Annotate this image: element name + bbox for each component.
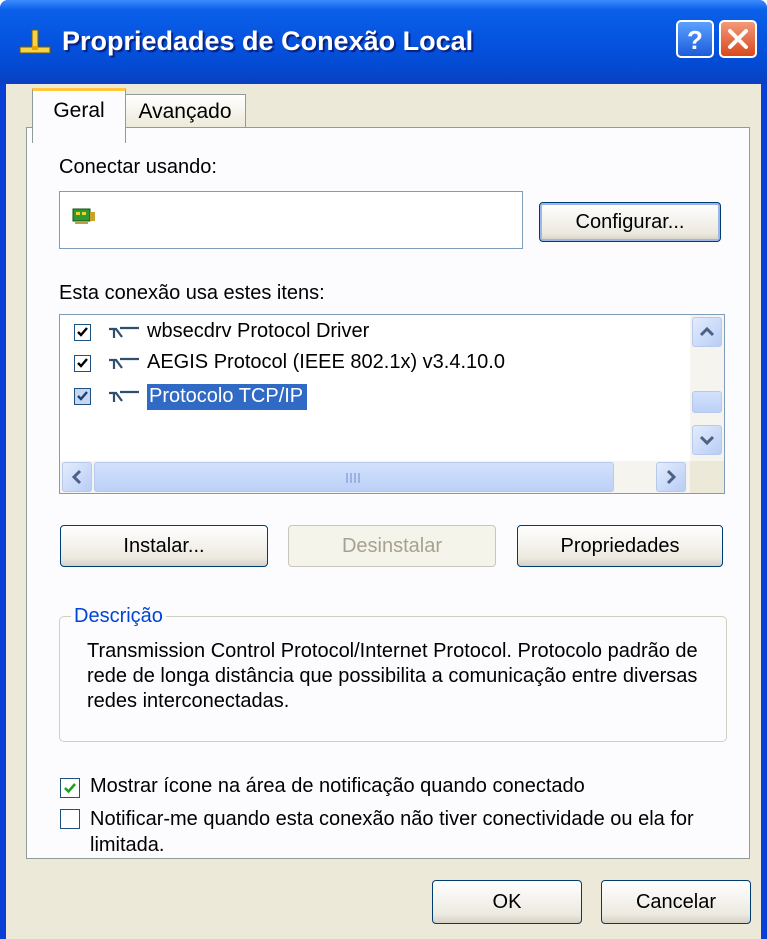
window-title: Propriedades de Conexão Local <box>62 26 474 56</box>
item-checkbox[interactable] <box>74 355 91 372</box>
install-button-label: Instalar... <box>123 535 205 557</box>
help-button[interactable]: ? <box>676 20 714 58</box>
description-text: Transmission Control Protocol/Internet P… <box>87 640 698 712</box>
vertical-scrollbar[interactable] <box>690 315 724 461</box>
list-item[interactable]: wbsecdrv Protocol Driver <box>60 319 688 349</box>
chevron-up-icon <box>699 326 715 337</box>
title-bar[interactable]: Propriedades de Conexão Local ? <box>0 0 767 84</box>
network-adapter-icon <box>72 208 95 224</box>
list-item-label: AEGIS Protocol (IEEE 802.1x) v3.4.10.0 <box>147 351 505 373</box>
items-label: Esta conexão usa estes itens: <box>59 282 325 304</box>
description-title: Descrição <box>71 605 166 628</box>
tab-geral[interactable]: Geral <box>32 88 126 143</box>
svg-text:?: ? <box>687 25 703 55</box>
ok-button[interactable]: OK <box>432 880 582 924</box>
tab-panel: Conectar usando: Configurar... Esta cone… <box>26 127 750 859</box>
check-icon <box>77 327 88 337</box>
notify-label: Notificar-me quando esta conexão não tiv… <box>90 808 694 856</box>
horizontal-scrollbar[interactable] <box>60 461 690 493</box>
item-checkbox[interactable] <box>74 324 91 341</box>
properties-button[interactable]: Propriedades <box>517 525 723 567</box>
close-icon <box>728 29 748 49</box>
ok-button-label: OK <box>492 891 522 913</box>
close-button[interactable] <box>719 20 757 58</box>
vertical-scroll-thumb[interactable] <box>692 391 722 413</box>
scroll-down-button[interactable] <box>692 425 722 455</box>
items-list[interactable]: wbsecdrv Protocol Driver AEGIS Protocol … <box>59 314 725 494</box>
scrollbar-corner <box>690 461 724 493</box>
adapter-field <box>59 191 523 249</box>
show-icon-checkbox[interactable] <box>60 778 80 798</box>
dialog-client: Geral Avançado Conectar usando: Configur… <box>6 84 761 939</box>
chevron-down-icon <box>699 435 715 446</box>
list-item-label: wbsecdrv Protocol Driver <box>147 320 370 342</box>
scroll-up-button[interactable] <box>692 317 722 347</box>
help-icon: ? <box>687 25 703 55</box>
show-icon-label: Mostrar ícone na área de notificação qua… <box>90 775 585 797</box>
list-item[interactable]: AEGIS Protocol (IEEE 802.1x) v3.4.10.0 <box>60 350 688 380</box>
scroll-right-button[interactable] <box>656 462 686 492</box>
properties-window: Propriedades de Conexão Local ? Geral Av… <box>0 0 767 939</box>
tab-avancado-label: Avançado <box>138 100 232 123</box>
horizontal-scroll-thumb[interactable] <box>94 462 614 492</box>
chevron-left-icon <box>71 469 82 485</box>
cancel-button[interactable]: Cancelar <box>601 880 751 924</box>
uninstall-button-label: Desinstalar <box>341 535 443 557</box>
check-icon <box>64 783 76 794</box>
protocol-icon <box>109 390 139 402</box>
grip-icon <box>346 473 360 483</box>
properties-button-label: Propriedades <box>560 535 680 557</box>
network-connection-icon <box>19 29 51 54</box>
chevron-right-icon <box>666 469 677 485</box>
cancel-button-label: Cancelar <box>635 891 717 913</box>
uninstall-button[interactable]: Desinstalar <box>288 525 496 567</box>
list-item-label: Protocolo TCP/IP <box>147 384 308 410</box>
check-icon <box>77 391 88 401</box>
configure-button-label: Configurar... <box>575 211 685 233</box>
check-icon <box>77 358 88 368</box>
protocol-icon <box>109 326 139 338</box>
notify-checkbox[interactable] <box>60 809 80 829</box>
install-button[interactable]: Instalar... <box>60 525 268 567</box>
list-item-selected[interactable]: Protocolo TCP/IP <box>60 383 688 413</box>
tab-avancado[interactable]: Avançado <box>124 94 246 129</box>
scroll-left-button[interactable] <box>62 462 92 492</box>
connect-using-label: Conectar usando: <box>59 156 217 178</box>
protocol-icon <box>109 357 139 369</box>
tab-geral-label: Geral <box>53 99 105 122</box>
configure-button[interactable]: Configurar... <box>539 202 721 242</box>
item-checkbox[interactable] <box>74 388 91 405</box>
